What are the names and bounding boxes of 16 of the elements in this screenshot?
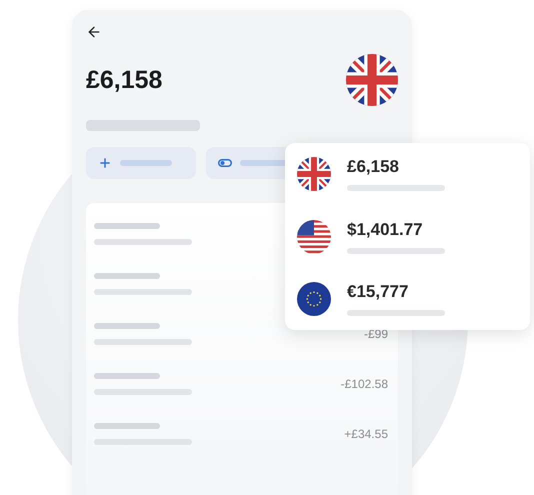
skeleton-bar [94, 423, 160, 429]
skeleton-bar [94, 373, 160, 379]
balance-amount: £6,158 [86, 66, 162, 94]
skeleton-bar [94, 223, 160, 229]
transaction-amount: -£99 [364, 327, 388, 341]
transaction-amount: +£34.55 [344, 427, 388, 441]
currency-amount[interactable]: £6,158 [347, 157, 445, 177]
currency-amount[interactable]: €15,777 [347, 282, 445, 302]
currency-amount[interactable]: $1,401.77 [347, 220, 445, 240]
skeleton-bar [120, 160, 172, 166]
transaction-amount: -£102.58 [340, 377, 388, 391]
back-icon[interactable] [86, 24, 102, 40]
toggle-icon [218, 159, 232, 167]
plus-icon [98, 156, 112, 170]
skeleton-bar [94, 323, 160, 329]
skeleton-bar [94, 273, 160, 279]
